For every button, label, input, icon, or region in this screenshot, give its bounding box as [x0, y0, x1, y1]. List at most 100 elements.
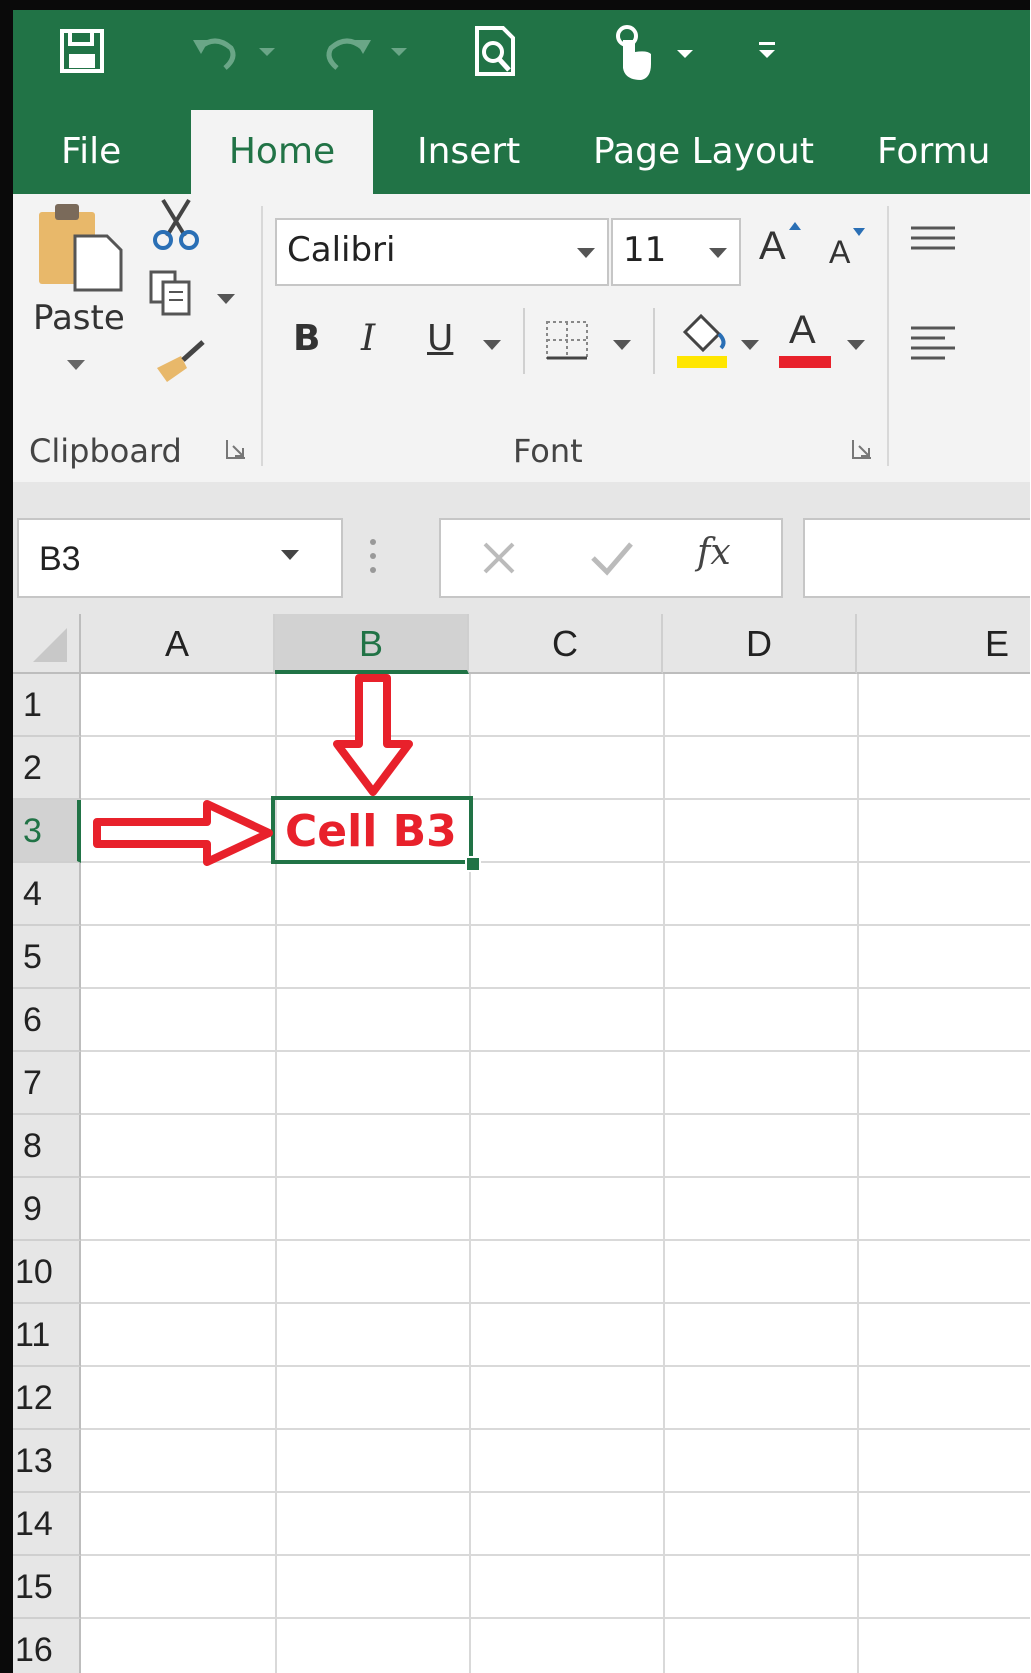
- underline-button[interactable]: U: [427, 318, 453, 359]
- confirm-entry-icon[interactable]: [589, 538, 635, 578]
- tab-page-layout[interactable]: Page Layout: [593, 110, 814, 194]
- group-separator-3: [887, 206, 889, 466]
- gridline: [81, 1113, 1030, 1115]
- save-icon[interactable]: [59, 28, 105, 74]
- shrink-font-button[interactable]: A: [829, 228, 879, 278]
- font-name-value: Calibri: [287, 230, 396, 270]
- excel-window: File Home Insert Page Layout Formu Paste: [0, 0, 1030, 1673]
- underline-dropdown-icon[interactable]: [483, 340, 501, 350]
- row-header-5[interactable]: 5: [13, 926, 81, 989]
- touch-mode-icon[interactable]: [611, 24, 701, 84]
- italic-button[interactable]: I: [361, 318, 375, 359]
- row-header-16[interactable]: 16: [13, 1619, 81, 1673]
- print-preview-icon[interactable]: [473, 24, 519, 78]
- row-header-15[interactable]: 15: [13, 1556, 81, 1619]
- column-header-c[interactable]: C: [469, 614, 663, 674]
- clipboard-dialog-launcher-icon[interactable]: [225, 438, 249, 462]
- name-box-dropdown-icon[interactable]: [281, 550, 299, 560]
- tab-home[interactable]: Home: [191, 110, 373, 194]
- gridline: [81, 1554, 1030, 1556]
- quick-access-toolbar: [13, 10, 1030, 110]
- copy-dropdown-icon[interactable]: [217, 294, 235, 304]
- ribbon-tabs: File Home Insert Page Layout Formu: [13, 110, 1030, 194]
- undo-icon[interactable]: [189, 30, 279, 74]
- tab-insert[interactable]: Insert: [417, 110, 520, 194]
- font-color-dropdown-icon[interactable]: [847, 340, 865, 350]
- font-color-button[interactable]: A: [779, 308, 835, 370]
- ribbon-home: Paste Clipboard Calibri 11 A A B I U A F…: [13, 194, 1030, 484]
- fill-handle[interactable]: [465, 856, 481, 872]
- grow-font-button[interactable]: A: [759, 222, 809, 274]
- insert-function-button[interactable]: fx: [697, 532, 731, 573]
- gridline: [81, 1050, 1030, 1052]
- fill-color-dropdown-icon[interactable]: [741, 340, 759, 350]
- paste-button-label[interactable]: Paste: [33, 298, 125, 338]
- copy-icon[interactable]: [149, 270, 209, 316]
- font-size-dropdown-icon[interactable]: [709, 248, 727, 258]
- down-arrow-annotation-icon: [333, 674, 413, 796]
- row-header-9[interactable]: 9: [13, 1178, 81, 1241]
- font-size-combobox[interactable]: 11: [611, 218, 741, 286]
- font-name-combobox[interactable]: Calibri: [275, 218, 609, 286]
- gridline: [857, 674, 859, 1673]
- borders-dropdown-icon[interactable]: [613, 340, 631, 350]
- shrink-font-glyph: A: [829, 234, 851, 270]
- right-arrow-annotation-icon: [93, 800, 273, 866]
- gridline: [81, 1302, 1030, 1304]
- borders-icon[interactable]: [543, 318, 593, 362]
- gridline: [81, 987, 1030, 989]
- row-header-10[interactable]: 10: [13, 1241, 81, 1304]
- name-box[interactable]: B3: [17, 518, 343, 598]
- row-header-1[interactable]: 1: [13, 674, 81, 737]
- redo-icon[interactable]: [319, 30, 409, 74]
- gridline: [663, 674, 665, 1673]
- format-painter-icon[interactable]: [153, 338, 209, 384]
- top-align-icon[interactable]: [909, 224, 957, 254]
- row-header-8[interactable]: 8: [13, 1115, 81, 1178]
- grow-arrow-icon: [789, 222, 801, 230]
- font-dialog-launcher-icon[interactable]: [851, 438, 875, 462]
- font-name-dropdown-icon[interactable]: [577, 248, 595, 258]
- clipboard-group-label: Clipboard: [29, 432, 182, 470]
- row-header-2[interactable]: 2: [13, 737, 81, 800]
- row-header-13[interactable]: 13: [13, 1430, 81, 1493]
- gridline: [81, 1365, 1030, 1367]
- gridline: [81, 1428, 1030, 1430]
- grow-font-glyph: A: [759, 224, 786, 268]
- column-header-b[interactable]: B: [275, 614, 469, 674]
- align-left-icon[interactable]: [909, 324, 957, 360]
- font-size-value: 11: [623, 230, 667, 270]
- formula-bar-grip-icon[interactable]: [369, 538, 377, 576]
- column-header-e[interactable]: E: [857, 614, 1030, 674]
- row-header-3[interactable]: 3: [13, 800, 81, 863]
- gridline: [81, 924, 1030, 926]
- formula-input[interactable]: [803, 518, 1030, 598]
- customize-qat-icon[interactable]: [755, 38, 779, 68]
- cancel-entry-icon[interactable]: [479, 538, 519, 578]
- bold-button[interactable]: B: [293, 318, 320, 359]
- gridline: [81, 1239, 1030, 1241]
- row-header-12[interactable]: 12: [13, 1367, 81, 1430]
- row-header-4[interactable]: 4: [13, 863, 81, 926]
- gridline: [81, 735, 1030, 737]
- group-separator-small-2: [653, 308, 655, 374]
- worksheet-grid: A B C D E 1 2 3 4 5 6 7 8 9 10 11 12 13 …: [13, 614, 1030, 1673]
- shrink-arrow-icon: [853, 228, 865, 236]
- row-header-6[interactable]: 6: [13, 989, 81, 1052]
- cut-icon[interactable]: [151, 198, 201, 252]
- select-all-button[interactable]: [13, 614, 81, 674]
- gridline: [81, 1176, 1030, 1178]
- paste-icon[interactable]: [37, 202, 127, 292]
- paste-dropdown-icon[interactable]: [67, 360, 85, 370]
- row-header-7[interactable]: 7: [13, 1052, 81, 1115]
- row-header-11[interactable]: 11: [13, 1304, 81, 1367]
- fill-color-icon[interactable]: [675, 308, 731, 370]
- row-header-14[interactable]: 14: [13, 1493, 81, 1556]
- column-header-d[interactable]: D: [663, 614, 857, 674]
- formula-bar-area: B3 fx: [13, 482, 1030, 614]
- font-color-swatch: [779, 356, 831, 368]
- tab-formulas[interactable]: Formu: [877, 110, 991, 194]
- group-separator-small: [523, 308, 525, 374]
- column-header-a[interactable]: A: [81, 614, 275, 674]
- tab-file[interactable]: File: [61, 110, 121, 194]
